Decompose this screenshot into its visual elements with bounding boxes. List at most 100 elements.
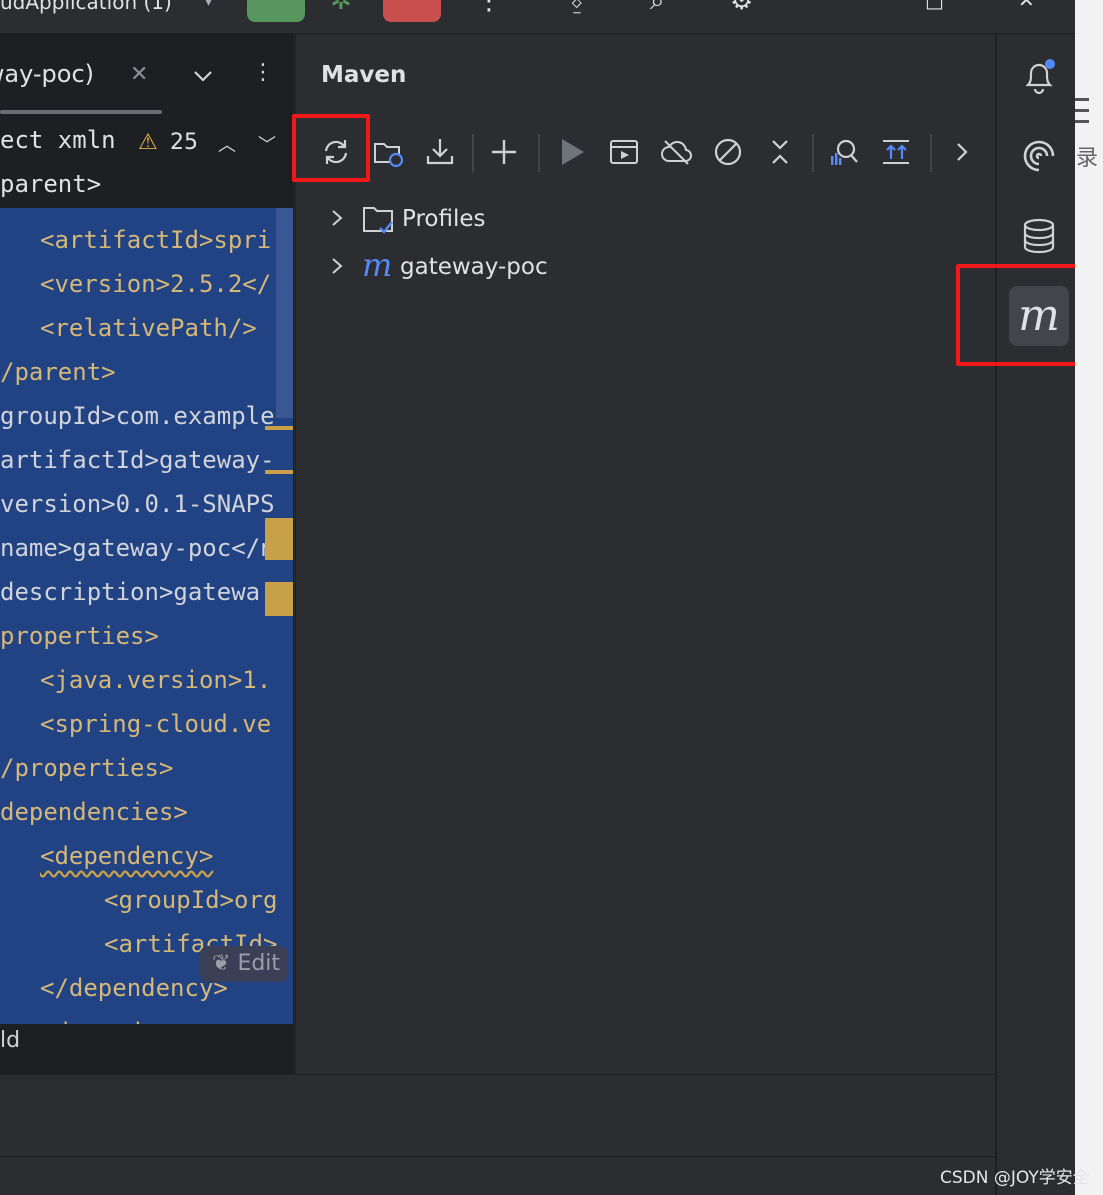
settings-gear-icon[interactable]: ⚙ — [730, 0, 753, 16]
maven-tool-button[interactable]: m — [1009, 286, 1069, 346]
scroll-marker — [265, 582, 293, 616]
code-line-text: <spring-cloud.ve — [40, 710, 272, 738]
code-line: <artifactId>spri — [0, 226, 271, 270]
toolbar-separator — [538, 134, 540, 172]
close-window-icon[interactable]: ✕ — [1018, 0, 1035, 12]
edit-hint-label: Edit — [237, 951, 281, 976]
code-line-text: <dependency> — [40, 842, 214, 870]
show-dependencies-icon[interactable] — [878, 134, 914, 170]
tree-item-gateway-poc[interactable]: m gateway-poc — [296, 248, 696, 288]
run-configuration-label[interactable]: udApplication (1) — [0, 0, 172, 14]
code-line: <dependency> — [0, 842, 213, 886]
editor-pane: eway-poc) ✕ ⋮ ect xmln ⚠ 25 ︿ ﹀ parent> … — [0, 34, 294, 1074]
editor-tab-bar: eway-poc) ✕ ⋮ — [0, 34, 294, 116]
toolbar-separator — [930, 134, 932, 172]
run-config-chevron-icon[interactable]: ▾ — [205, 0, 212, 10]
next-warning-icon[interactable]: ﹀ — [258, 131, 276, 157]
run-button[interactable] — [247, 0, 305, 22]
database-icon[interactable] — [1017, 214, 1061, 258]
code-line: version>0.0.1-SNAPS — [0, 490, 275, 534]
edit-inlay-hint[interactable]: ❦ Edit — [200, 946, 289, 982]
editor-status-text: ld — [0, 1028, 21, 1053]
code-area[interactable]: <artifactId>spri <version>2.5.2</ <relativ… — [0, 208, 293, 1024]
toolbar-separator — [472, 134, 474, 172]
tab-close-icon[interactable]: ✕ — [130, 62, 148, 87]
expand-arrow-icon[interactable] — [328, 254, 346, 278]
code-line-text: artifactId>gateway- — [0, 446, 275, 474]
warning-count[interactable]: 25 — [170, 130, 198, 155]
run-maven-build-icon[interactable] — [554, 134, 590, 170]
add-user-icon[interactable]: ⍚ — [570, 0, 586, 17]
warning-icon[interactable]: ⚠ — [138, 130, 158, 155]
code-line: properties> — [0, 622, 159, 666]
code-line-text: <relativePath/> — [40, 314, 257, 342]
right-tool-strip: m — [995, 34, 1075, 1195]
code-line-text: <version>2.5.2</ — [40, 270, 272, 298]
background-window: 录 — [1075, 0, 1103, 1195]
bottom-tool-panel — [0, 1074, 995, 1156]
code-line-text: name>gateway-poc</n — [0, 534, 275, 562]
analyze-dependencies-icon[interactable] — [826, 134, 862, 170]
collapse-all-icon[interactable] — [762, 134, 798, 170]
code-line-text: properties> — [0, 622, 159, 650]
background-text: 录 — [1076, 146, 1099, 171]
code-line: <spring-cloud.ve — [0, 710, 271, 754]
code-line-text: <groupId>org — [104, 886, 278, 914]
code-line: description>gatewa — [0, 578, 260, 622]
tab-more-icon[interactable]: ⋮ — [252, 60, 274, 85]
maven-panel-title: Maven — [321, 62, 407, 88]
code-line-text: <artifactId>spri — [40, 226, 272, 254]
debug-icon[interactable]: ✲ — [330, 0, 352, 16]
code-line-text: version>0.0.1-SNAPS — [0, 490, 275, 518]
toolbar-overflow-chevron-icon[interactable] — [944, 134, 980, 170]
breadcrumb-line-2: parent> — [0, 170, 102, 198]
code-line: groupId>com.example — [0, 402, 275, 446]
ai-assistant-swirl-icon[interactable] — [1017, 134, 1061, 178]
code-line-text: description>gatewa — [0, 578, 261, 606]
expand-arrow-icon[interactable] — [328, 206, 346, 230]
maximize-window-icon[interactable]: □ — [925, 0, 944, 12]
add-project-icon[interactable] — [486, 134, 522, 170]
scroll-marker — [265, 518, 293, 560]
notifications-bell-icon[interactable] — [1017, 54, 1061, 98]
stop-button[interactable] — [383, 0, 441, 22]
code-line: name>gateway-poc</n — [0, 534, 275, 578]
editor-scrollbar[interactable] — [276, 208, 293, 418]
menu-bars-icon — [1075, 98, 1089, 128]
watermark: CSDN @JOY学安全 — [940, 1168, 1090, 1188]
generate-sources-icon[interactable] — [370, 134, 406, 170]
toolbar-separator — [812, 134, 814, 172]
reload-all-projects-icon[interactable] — [318, 134, 354, 170]
code-line: <relativePath/> — [0, 314, 257, 358]
code-line: /parent> — [0, 358, 116, 402]
code-line-text: groupId>com.example — [0, 402, 275, 430]
tab-list-chevron-icon[interactable] — [192, 65, 214, 87]
code-line: dependencies> — [0, 798, 188, 842]
code-line: /properties> — [0, 754, 173, 798]
previous-warning-icon[interactable]: ︿ — [218, 131, 236, 157]
top-toolbar: udApplication (1) ▾ ✲ ⋮ ⍚ ⌕ ⚙ □ ✕ — [0, 0, 1075, 34]
maven-tool-window: Maven Profiles m gateway-poc — [292, 34, 995, 1074]
code-line-text: <java.version>1. — [40, 666, 272, 694]
code-line: artifactId>gateway- — [0, 446, 275, 490]
code-line: </dependency> — [0, 974, 228, 1018]
download-sources-icon[interactable] — [422, 134, 458, 170]
search-icon[interactable]: ⌕ — [650, 0, 665, 17]
tree-item-profiles[interactable]: Profiles — [296, 200, 696, 240]
editor-breadcrumb: ect xmln ⚠ 25 ︿ ﹀ parent> — [0, 118, 294, 208]
maven-icon: m — [1018, 290, 1060, 341]
toggle-offline-mode-icon[interactable] — [658, 134, 694, 170]
breadcrumb-text: ect xmln — [0, 126, 116, 154]
status-bar — [0, 1156, 995, 1195]
editor-status-row: ld — [0, 1024, 294, 1064]
editor-tab-title[interactable]: eway-poc) — [0, 60, 94, 88]
leaf-icon: ❦ — [212, 951, 231, 976]
code-line: <version>2.5.2</ — [0, 270, 271, 314]
more-actions-icon[interactable]: ⋮ — [476, 0, 502, 16]
tree-item-label: gateway-poc — [400, 254, 548, 280]
maven-module-icon: m — [362, 246, 393, 284]
scroll-marker — [265, 426, 293, 430]
execute-goal-icon[interactable] — [606, 134, 642, 170]
skip-tests-icon[interactable] — [710, 134, 746, 170]
code-line: <java.version>1. — [0, 666, 271, 710]
